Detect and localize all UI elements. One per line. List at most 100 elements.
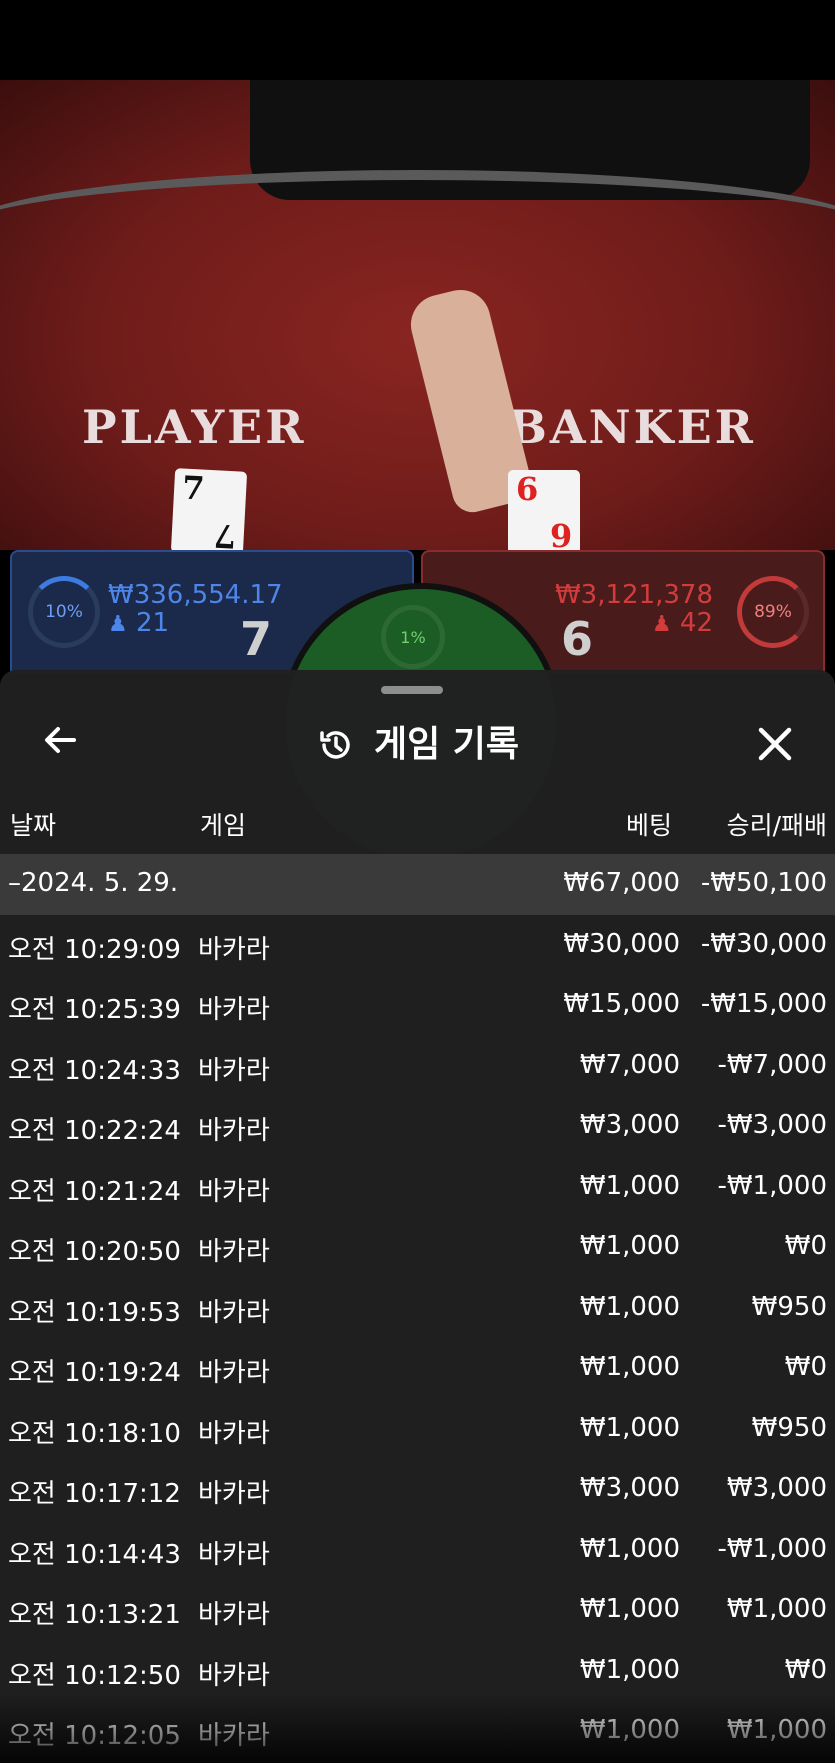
- table-header: 날짜 게임 베팅 승리/패배: [0, 800, 835, 844]
- history-row-bet: ₩3,000: [579, 1473, 680, 1503]
- banker-score: 6: [561, 612, 594, 666]
- history-icon: [320, 731, 350, 759]
- history-row-result: ₩0: [784, 1654, 827, 1685]
- column-header-bet: 베팅: [625, 811, 672, 840]
- sheet-title: 게임 기록: [373, 724, 519, 765]
- live-video-feed: PLAYER BANKER 7 7 6 6: [0, 80, 835, 550]
- history-row[interactable]: 오전 10:20:50 바카라 ₩1,000 ₩0: [0, 1217, 835, 1278]
- history-row-bet: ₩1,000: [579, 1533, 680, 1564]
- history-row-time: 오전 10:21:24: [8, 1176, 181, 1207]
- date-group-bet: ₩67,000: [563, 868, 680, 898]
- history-row-time: 오전 10:18:10: [8, 1418, 181, 1449]
- date-group-row[interactable]: –2024. 5. 29. ₩67,000 -₩50,100: [0, 854, 835, 915]
- history-row-game: 바카라: [198, 1116, 270, 1146]
- history-row-result: -₩3,000: [717, 1110, 827, 1140]
- history-row-time: 오전 10:17:12: [8, 1479, 181, 1509]
- history-row[interactable]: 오전 10:22:24 바카라 ₩3,000 -₩3,000: [0, 1096, 835, 1157]
- history-list: –2024. 5. 29. ₩67,000 -₩50,100 오전 10:29:…: [0, 854, 835, 1762]
- history-row[interactable]: 오전 10:18:10 바카라 ₩1,000 ₩950: [0, 1399, 835, 1460]
- banker-card: 6 6: [508, 470, 580, 550]
- history-row-game: 바카라: [198, 1176, 270, 1207]
- history-row-result: -₩15,000: [700, 989, 827, 1019]
- history-row-bet: ₩1,000: [579, 1654, 680, 1685]
- column-header-date: 날짜: [10, 811, 57, 840]
- table-rail: [0, 170, 835, 320]
- person-icon: ♟: [108, 612, 128, 637]
- person-icon: ♟: [651, 612, 672, 637]
- history-row[interactable]: 오전 10:19:24 바카라 ₩1,000 ₩0: [0, 1338, 835, 1399]
- history-row[interactable]: 오전 10:13:21 바카라 ₩1,000 ₩1,000: [0, 1580, 835, 1641]
- history-row-bet: ₩7,000: [579, 1049, 680, 1080]
- history-row-bet: ₩1,000: [579, 1412, 680, 1443]
- player-score: 7: [239, 612, 272, 666]
- banker-total-bet: ₩3,121,378: [554, 580, 713, 610]
- history-row-bet: ₩1,000: [579, 1352, 680, 1382]
- history-row-bet: ₩1,000: [579, 1231, 680, 1261]
- history-row-result: ₩0: [784, 1352, 827, 1382]
- history-row[interactable]: 오전 10:25:39 바카라 ₩15,000 -₩15,000: [0, 975, 835, 1036]
- history-row-result: ₩3,000: [726, 1473, 827, 1503]
- history-row-game: 바카라: [198, 934, 270, 965]
- history-row[interactable]: 오전 10:29:09 바카라 ₩30,000 -₩30,000: [0, 915, 835, 976]
- history-row-game: 바카라: [198, 995, 270, 1025]
- history-row-game: 바카라: [198, 1297, 270, 1328]
- history-row-bet: ₩1,000: [579, 1170, 680, 1201]
- history-row-result: -₩1,000: [717, 1170, 827, 1201]
- history-row-time: 오전 10:29:09: [8, 934, 181, 965]
- banker-percent-ring: 89%: [737, 576, 809, 648]
- history-row-result: ₩950: [751, 1291, 827, 1322]
- history-row[interactable]: 오전 10:17:12 바카라 ₩3,000 ₩3,000: [0, 1459, 835, 1520]
- sheet-header: 게임 기록: [0, 718, 835, 771]
- player-table-label: PLAYER: [82, 400, 307, 454]
- history-row-time: 오전 10:14:43: [8, 1539, 181, 1570]
- date-group-label: –2024. 5. 29.: [8, 868, 179, 898]
- player-bettor-count: ♟ 21: [108, 608, 170, 638]
- history-row[interactable]: 오전 10:21:24 바카라 ₩1,000 -₩1,000: [0, 1157, 835, 1218]
- close-button[interactable]: [751, 720, 799, 768]
- history-row[interactable]: 오전 10:24:33 바카라 ₩7,000 -₩7,000: [0, 1036, 835, 1097]
- history-row-bet: ₩1,000: [579, 1291, 680, 1322]
- history-row[interactable]: 오전 10:14:43 바카라 ₩1,000 -₩1,000: [0, 1520, 835, 1581]
- game-history-sheet: 게임 기록 날짜 게임 베팅 승리/패배 –2024. 5. 29. ₩67,0…: [0, 670, 835, 1763]
- history-row-bet: ₩30,000: [563, 928, 680, 959]
- history-row-time: 오전 10:24:33: [8, 1055, 181, 1086]
- history-row-result: ₩0: [784, 1231, 827, 1261]
- history-row-game: 바카라: [198, 1479, 270, 1509]
- history-row-result: ₩1,000: [726, 1594, 827, 1624]
- history-row-result: -₩7,000: [717, 1049, 827, 1080]
- history-row[interactable]: 오전 10:12:50 바카라 ₩1,000 ₩0: [0, 1641, 835, 1702]
- drag-handle[interactable]: [381, 686, 443, 694]
- history-row-time: 오전 10:19:53: [8, 1297, 181, 1328]
- banker-table-label: BANKER: [508, 400, 756, 454]
- history-row-time: 오전 10:12:50: [8, 1660, 181, 1691]
- banker-bettor-count: ♟ 42: [651, 608, 713, 638]
- history-row-result: -₩1,000: [717, 1533, 827, 1564]
- date-group-result: -₩50,100: [700, 868, 827, 898]
- tie-percent-ring: 1%: [381, 605, 445, 669]
- history-row-game: 바카라: [198, 1660, 270, 1691]
- history-row-bet: ₩15,000: [563, 989, 680, 1019]
- history-row-game: 바카라: [198, 1418, 270, 1449]
- history-row-game: 바카라: [198, 1358, 270, 1388]
- column-header-game: 게임: [200, 811, 247, 840]
- history-row-game: 바카라: [198, 1055, 270, 1086]
- history-row-time: 오전 10:19:24: [8, 1358, 181, 1388]
- history-row-bet: ₩3,000: [579, 1110, 680, 1140]
- history-row-result: ₩950: [751, 1412, 827, 1443]
- history-row[interactable]: 오전 10:19:53 바카라 ₩1,000 ₩950: [0, 1278, 835, 1339]
- history-row-game: 바카라: [198, 1237, 270, 1267]
- history-row-game: 바카라: [198, 1600, 270, 1630]
- history-row-time: 오전 10:13:21: [8, 1600, 181, 1630]
- scroll-fade: [0, 1693, 835, 1763]
- history-row-game: 바카라: [198, 1539, 270, 1570]
- history-row-time: 오전 10:22:24: [8, 1116, 181, 1146]
- history-row-time: 오전 10:20:50: [8, 1237, 181, 1267]
- player-total-bet: ₩336,554.17: [108, 580, 283, 610]
- history-row-time: 오전 10:25:39: [8, 995, 181, 1025]
- player-percent-ring: 10%: [28, 576, 100, 648]
- history-row-result: -₩30,000: [700, 928, 827, 959]
- close-icon: [758, 727, 792, 761]
- player-card: 7 7: [170, 468, 248, 550]
- column-header-result: 승리/패배: [726, 811, 827, 840]
- history-row-bet: ₩1,000: [579, 1594, 680, 1624]
